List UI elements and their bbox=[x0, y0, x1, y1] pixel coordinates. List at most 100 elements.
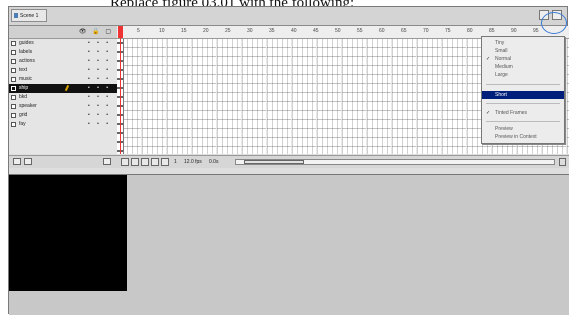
menu-separator bbox=[486, 121, 560, 122]
scene-bar: Scene 1 bbox=[9, 7, 567, 26]
ruler-number: 65 bbox=[401, 28, 407, 34]
onion-markers-icon[interactable] bbox=[161, 158, 169, 166]
ruler-number: 50 bbox=[335, 28, 341, 34]
menu-item-normal[interactable]: Normal bbox=[482, 55, 564, 63]
timeline-hscroll[interactable] bbox=[235, 159, 555, 165]
ruler-number: 10 bbox=[159, 28, 165, 34]
menu-item-tinted-frames[interactable]: Tinted Frames bbox=[482, 109, 564, 117]
ruler-number: 85 bbox=[489, 28, 495, 34]
scene-tab-label: Scene 1 bbox=[20, 13, 39, 19]
ruler-number: 5 bbox=[137, 28, 140, 34]
layer-icon bbox=[11, 68, 16, 73]
stage-area[interactable] bbox=[9, 175, 569, 315]
timeline-status-bar: 1 12.0 fps 0.0s bbox=[117, 155, 569, 168]
elapsed-time: 0.0s bbox=[209, 159, 219, 165]
layer-toggle-dots[interactable]: • • • bbox=[88, 111, 111, 120]
layer-toggle-dots[interactable]: • • • bbox=[88, 120, 111, 129]
layer-row[interactable]: text • • • bbox=[9, 66, 117, 75]
ruler-number: 40 bbox=[291, 28, 297, 34]
layer-icon bbox=[11, 104, 16, 109]
ruler-number: 70 bbox=[423, 28, 429, 34]
layer-icon bbox=[11, 59, 16, 64]
stage-canvas[interactable] bbox=[9, 175, 127, 291]
layer-icon bbox=[11, 113, 16, 118]
pencil-icon bbox=[64, 84, 70, 92]
layer-icon bbox=[11, 95, 16, 100]
menu-separator bbox=[486, 84, 560, 85]
menu-item-large[interactable]: Large bbox=[482, 71, 564, 79]
playhead[interactable] bbox=[118, 26, 123, 38]
layer-row[interactable]: labels • • • bbox=[9, 48, 117, 57]
layer-row[interactable]: grid • • • bbox=[9, 111, 117, 120]
layer-toggle-dots[interactable]: • • • bbox=[88, 102, 111, 111]
layer-panel: 👁 🔒 ▢ guides • • • labels • • • actions … bbox=[9, 26, 118, 154]
layer-name: music bbox=[19, 76, 33, 82]
layer-icon bbox=[11, 50, 16, 55]
layer-toggle-dots[interactable]: • • • bbox=[88, 39, 111, 48]
layer-name: ship bbox=[19, 85, 29, 91]
layer-header-icons[interactable]: 👁 🔒 ▢ bbox=[79, 28, 113, 35]
scene-tab[interactable]: Scene 1 bbox=[11, 9, 47, 22]
layer-name: bkd bbox=[19, 94, 28, 100]
ruler-number: 75 bbox=[445, 28, 451, 34]
ruler-number: 35 bbox=[269, 28, 275, 34]
ruler-number: 30 bbox=[247, 28, 253, 34]
layer-toggle-dots[interactable]: • • • bbox=[88, 93, 111, 102]
edit-multiple-frames-icon[interactable] bbox=[151, 158, 159, 166]
layer-icon bbox=[11, 86, 16, 91]
layer-toggle-dots[interactable]: • • • bbox=[88, 57, 111, 66]
layer-icon bbox=[11, 122, 16, 127]
frame-rate: 12.0 fps bbox=[184, 159, 202, 165]
ruler-number: 25 bbox=[225, 28, 231, 34]
menu-item-preview[interactable]: Preview bbox=[482, 125, 564, 133]
ruler-number: 45 bbox=[313, 28, 319, 34]
highlight-circle bbox=[541, 12, 567, 34]
menu-item-tiny[interactable]: Tiny bbox=[482, 39, 564, 47]
ruler-number: 95 bbox=[533, 28, 539, 34]
layer-row[interactable]: bkd • • • bbox=[9, 93, 117, 102]
onion-skin-icon[interactable] bbox=[131, 158, 139, 166]
current-frame: 1 bbox=[174, 159, 177, 165]
center-frame-icon[interactable] bbox=[121, 158, 129, 166]
trash-icon[interactable] bbox=[103, 158, 111, 165]
ruler-number: 60 bbox=[379, 28, 385, 34]
menu-item-medium[interactable]: Medium bbox=[482, 63, 564, 71]
onion-outline-icon[interactable] bbox=[141, 158, 149, 166]
frame-view-menu: Tiny Small Normal Medium Large Short Tin… bbox=[481, 36, 565, 144]
menu-item-small[interactable]: Small bbox=[482, 47, 564, 55]
layer-header: 👁 🔒 ▢ bbox=[9, 26, 117, 39]
layer-icon bbox=[11, 77, 16, 82]
ruler-number: 15 bbox=[181, 28, 187, 34]
menu-item-short[interactable]: Short bbox=[482, 91, 564, 99]
layer-row[interactable]: speaker • • • bbox=[9, 102, 117, 111]
layer-toggle-dots[interactable]: • • • bbox=[88, 66, 111, 75]
layer-row[interactable]: fay • • • bbox=[9, 120, 117, 129]
layer-toggle-dots[interactable]: • • • bbox=[88, 84, 111, 93]
add-layer-icon[interactable] bbox=[13, 158, 21, 165]
layer-name: grid bbox=[19, 112, 28, 118]
menu-separator bbox=[486, 103, 560, 104]
ruler-number: 55 bbox=[357, 28, 363, 34]
layer-row-active[interactable]: ship • • • bbox=[9, 84, 117, 93]
ruler-number: 20 bbox=[203, 28, 209, 34]
layer-row[interactable]: guides • • • bbox=[9, 39, 117, 48]
layer-row[interactable]: music • • • bbox=[9, 75, 117, 84]
layer-row[interactable]: actions • • • bbox=[9, 57, 117, 66]
layer-name: actions bbox=[19, 58, 35, 64]
layer-toggle-dots[interactable]: • • • bbox=[88, 75, 111, 84]
scene-icon bbox=[14, 13, 18, 18]
ruler-number: 90 bbox=[511, 28, 517, 34]
layer-name: speaker bbox=[19, 103, 37, 109]
layer-name: labels bbox=[19, 49, 33, 55]
layer-footer bbox=[9, 155, 117, 168]
layer-toggle-dots[interactable]: • • • bbox=[88, 48, 111, 57]
layer-name: text bbox=[19, 67, 28, 73]
ruler-number: 80 bbox=[467, 28, 473, 34]
playhead-line bbox=[120, 38, 121, 154]
layer-name: fay bbox=[19, 121, 26, 127]
layer-icon bbox=[11, 41, 16, 46]
menu-item-preview-in-context[interactable]: Preview in Context bbox=[482, 133, 564, 141]
scroll-right-icon[interactable] bbox=[559, 158, 566, 166]
add-guide-layer-icon[interactable] bbox=[24, 158, 32, 165]
scroll-thumb[interactable] bbox=[244, 160, 304, 164]
